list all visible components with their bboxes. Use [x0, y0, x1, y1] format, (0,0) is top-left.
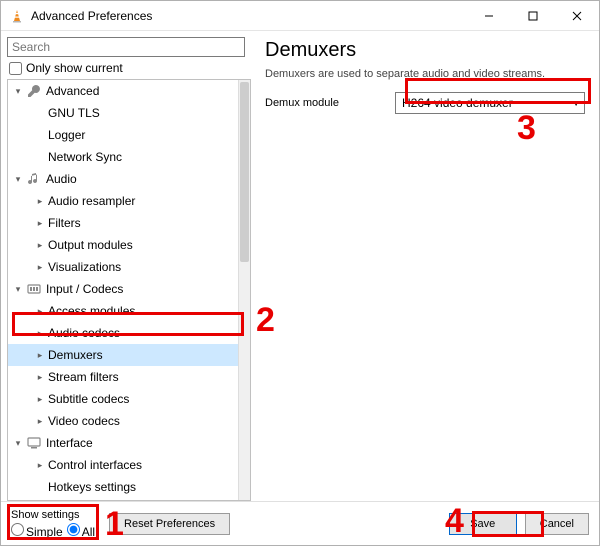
- window: Advanced Preferences Only show current ▾…: [0, 0, 600, 546]
- chevron-down-icon: ▾: [12, 437, 24, 449]
- maximize-button[interactable]: [511, 2, 555, 30]
- chevron-right-icon: ▸: [34, 261, 46, 273]
- tree-label: Access modules: [48, 304, 135, 318]
- tree-node-controlinterfaces[interactable]: ▸Control interfaces: [8, 454, 238, 476]
- vlc-cone-icon: [9, 8, 25, 24]
- footer: Show settings Simple All Reset Preferenc…: [1, 501, 599, 545]
- reset-preferences-button[interactable]: Reset Preferences: [109, 513, 230, 535]
- demux-module-combobox[interactable]: H264 video demuxer ▼: [395, 92, 585, 114]
- tree-node-networksync[interactable]: ▸Network Sync: [8, 146, 238, 168]
- close-button[interactable]: [555, 2, 599, 30]
- tree-node-accessmodules[interactable]: ▸Access modules: [8, 300, 238, 322]
- combobox-value: H264 video demuxer: [402, 96, 513, 110]
- tree-node-logger[interactable]: ▸Logger: [8, 124, 238, 146]
- tree-label: Advanced: [46, 84, 99, 98]
- search-input[interactable]: [7, 37, 245, 57]
- interface-icon: [26, 435, 42, 451]
- tree-node-gnutls[interactable]: ▸GNU TLS: [8, 102, 238, 124]
- radio-all-input[interactable]: [67, 523, 80, 536]
- demux-module-row: Demux module H264 video demuxer ▼: [265, 92, 585, 114]
- tree-node-audio[interactable]: ▾ Audio: [8, 168, 238, 190]
- titlebar: Advanced Preferences: [1, 1, 599, 31]
- tree-label: Video codecs: [48, 414, 120, 428]
- tree-node-inputcodecs[interactable]: ▾ Input / Codecs: [8, 278, 238, 300]
- tree-container: ▾ Advanced ▸GNU TLS ▸Logger ▸Network Syn…: [7, 79, 251, 501]
- tree-node-hotkeyssettings[interactable]: ▸Hotkeys settings: [8, 476, 238, 498]
- only-show-current-checkbox[interactable]: [9, 62, 22, 75]
- radio-simple-input[interactable]: [11, 523, 24, 536]
- right-panel: Demuxers Demuxers are used to separate a…: [251, 31, 599, 501]
- tree-label: Logger: [48, 128, 85, 142]
- page-title: Demuxers: [265, 39, 585, 62]
- tree-node-audiocodecs[interactable]: ▸Audio codecs: [8, 322, 238, 344]
- show-settings-group: Show settings Simple All: [11, 509, 95, 539]
- chevron-right-icon: ▸: [34, 371, 46, 383]
- codec-icon: [26, 281, 42, 297]
- tree-label: Stream filters: [48, 370, 119, 384]
- audio-icon: [26, 171, 42, 187]
- tree-node-interface[interactable]: ▾ Interface: [8, 432, 238, 454]
- tree-scrollbar[interactable]: [238, 80, 250, 500]
- chevron-right-icon: ▸: [34, 327, 46, 339]
- tree-node-filters[interactable]: ▸Filters: [8, 212, 238, 234]
- tree-label: Network Sync: [48, 150, 122, 164]
- tree-label: Control interfaces: [48, 458, 142, 472]
- demux-module-label: Demux module: [265, 97, 395, 109]
- chevron-right-icon: ▸: [34, 239, 46, 251]
- body: Only show current ▾ Advanced ▸GNU TLS ▸L…: [1, 31, 599, 501]
- page-description: Demuxers are used to separate audio and …: [265, 68, 585, 80]
- scrollbar-thumb[interactable]: [240, 82, 249, 262]
- only-show-current-row[interactable]: Only show current: [7, 61, 251, 75]
- chevron-down-icon: ▾: [12, 173, 24, 185]
- tree-label: Demuxers: [48, 348, 103, 362]
- cancel-button[interactable]: Cancel: [525, 513, 589, 535]
- tree-node-maininterfaces[interactable]: ▸Main interfaces: [8, 498, 238, 500]
- chevron-right-icon: ▸: [34, 459, 46, 471]
- tree-label: Audio: [46, 172, 77, 186]
- tree-label: Subtitle codecs: [48, 392, 129, 406]
- tree-label: Audio codecs: [48, 326, 120, 340]
- chevron-right-icon: ▸: [34, 195, 46, 207]
- chevron-down-icon: ▾: [12, 283, 24, 295]
- tree: ▾ Advanced ▸GNU TLS ▸Logger ▸Network Syn…: [8, 80, 238, 500]
- wrench-icon: [26, 83, 42, 99]
- tree-label: Audio resampler: [48, 194, 135, 208]
- left-panel: Only show current ▾ Advanced ▸GNU TLS ▸L…: [1, 31, 251, 501]
- tree-label: Interface: [46, 436, 93, 450]
- tree-label: Hotkeys settings: [48, 480, 136, 494]
- tree-node-audioresampler[interactable]: ▸Audio resampler: [8, 190, 238, 212]
- chevron-right-icon: ▸: [34, 305, 46, 317]
- tree-node-subtitlecodecs[interactable]: ▸Subtitle codecs: [8, 388, 238, 410]
- tree-node-outputmodules[interactable]: ▸Output modules: [8, 234, 238, 256]
- chevron-right-icon: ▸: [34, 393, 46, 405]
- radio-all[interactable]: All: [67, 523, 95, 539]
- chevron-down-icon: ▾: [12, 85, 24, 97]
- tree-label: Output modules: [48, 238, 133, 252]
- save-button[interactable]: Save: [449, 513, 517, 535]
- tree-label: Filters: [48, 216, 81, 230]
- chevron-right-icon: ▸: [34, 415, 46, 427]
- radio-simple[interactable]: Simple: [11, 523, 63, 539]
- minimize-button[interactable]: [467, 2, 511, 30]
- chevron-down-icon: ▼: [572, 99, 580, 108]
- show-settings-label: Show settings: [11, 509, 95, 521]
- chevron-right-icon: ▸: [34, 217, 46, 229]
- chevron-right-icon: ▸: [34, 349, 46, 361]
- window-title: Advanced Preferences: [31, 9, 467, 23]
- tree-label: Visualizations: [48, 260, 121, 274]
- tree-node-videocodecs[interactable]: ▸Video codecs: [8, 410, 238, 432]
- only-show-current-label: Only show current: [26, 61, 123, 75]
- tree-node-visualizations[interactable]: ▸Visualizations: [8, 256, 238, 278]
- tree-node-streamfilters[interactable]: ▸Stream filters: [8, 366, 238, 388]
- tree-label: Input / Codecs: [46, 282, 123, 296]
- tree-node-demuxers[interactable]: ▸Demuxers: [8, 344, 238, 366]
- tree-label: GNU TLS: [48, 106, 100, 120]
- tree-node-advanced[interactable]: ▾ Advanced: [8, 80, 238, 102]
